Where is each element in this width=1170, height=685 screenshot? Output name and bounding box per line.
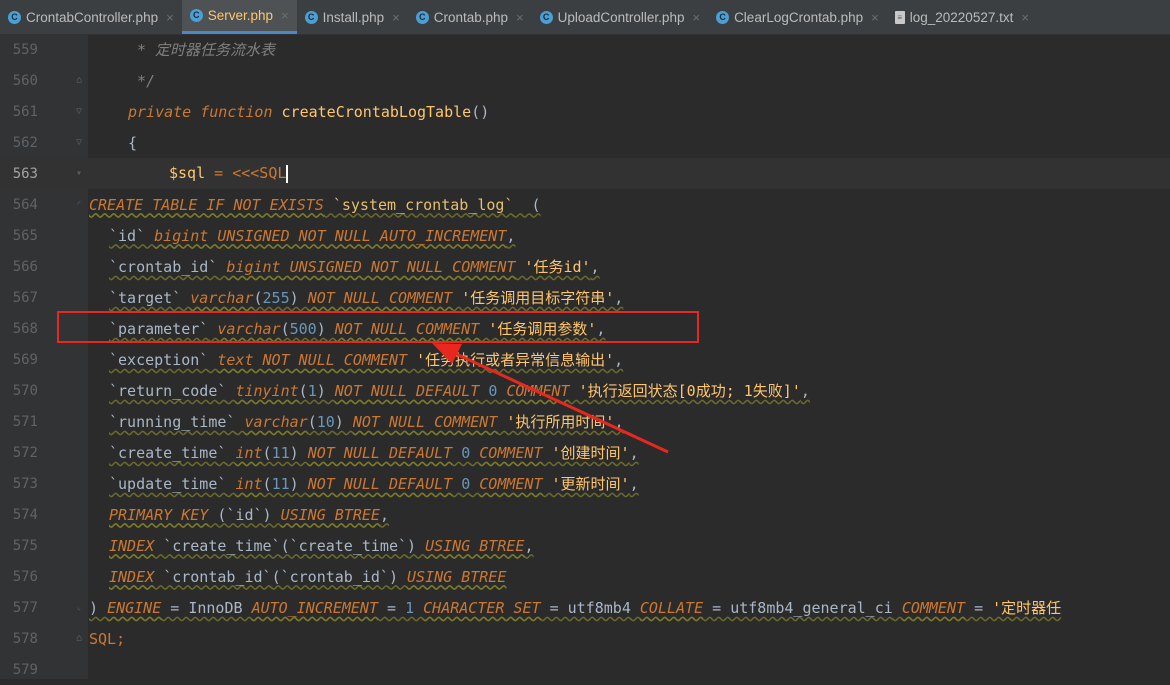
annotation-arrow: [432, 343, 669, 454]
arrow-shaft: [451, 350, 669, 454]
